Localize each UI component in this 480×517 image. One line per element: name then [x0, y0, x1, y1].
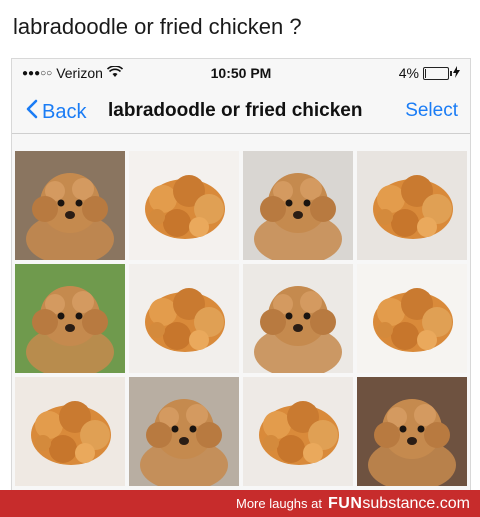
select-button[interactable]: Select	[405, 100, 458, 122]
labradoodle-photo[interactable]	[357, 377, 467, 486]
status-bar: ●●●○○ Verizon 10:50 PM 4%	[12, 59, 470, 87]
charging-icon	[453, 65, 460, 81]
meme-caption: labradoodle or fried chicken ?	[13, 14, 302, 39]
footer-banner: More laughs at FUNsubstance.com	[0, 490, 480, 517]
labradoodle-photo[interactable]	[243, 264, 353, 373]
brand-fun: FUN	[328, 495, 363, 512]
fried-chicken-photo[interactable]	[129, 264, 239, 373]
back-button[interactable]: Back	[26, 99, 86, 125]
labradoodle-photo[interactable]	[129, 377, 239, 486]
battery-level	[425, 68, 426, 78]
labradoodle-photo[interactable]	[243, 151, 353, 260]
labradoodle-photo[interactable]	[15, 264, 125, 373]
site-brand: FUNsubstance.com	[328, 495, 470, 513]
fried-chicken-photo[interactable]	[15, 377, 125, 486]
photo-grid	[15, 151, 467, 486]
labradoodle-photo[interactable]	[15, 151, 125, 260]
footer-credit[interactable]: More laughs at FUNsubstance.com	[236, 495, 470, 513]
chevron-left-icon	[26, 99, 38, 125]
footer-prefix: More laughs at	[236, 496, 322, 511]
back-label: Back	[42, 100, 87, 123]
phone-screenshot: ●●●○○ Verizon 10:50 PM 4% Back labradood…	[11, 58, 471, 491]
fried-chicken-photo[interactable]	[129, 151, 239, 260]
battery-status: 4%	[399, 65, 460, 81]
fried-chicken-photo[interactable]	[357, 151, 467, 260]
album-title: labradoodle or fried chicken	[108, 100, 363, 121]
brand-rest: substance.com	[362, 495, 470, 512]
navigation-bar: Back labradoodle or fried chicken Select	[12, 89, 470, 134]
battery-icon	[423, 66, 452, 80]
battery-percent: 4%	[398, 65, 419, 81]
fried-chicken-photo[interactable]	[357, 264, 467, 373]
fried-chicken-photo[interactable]	[243, 377, 353, 486]
